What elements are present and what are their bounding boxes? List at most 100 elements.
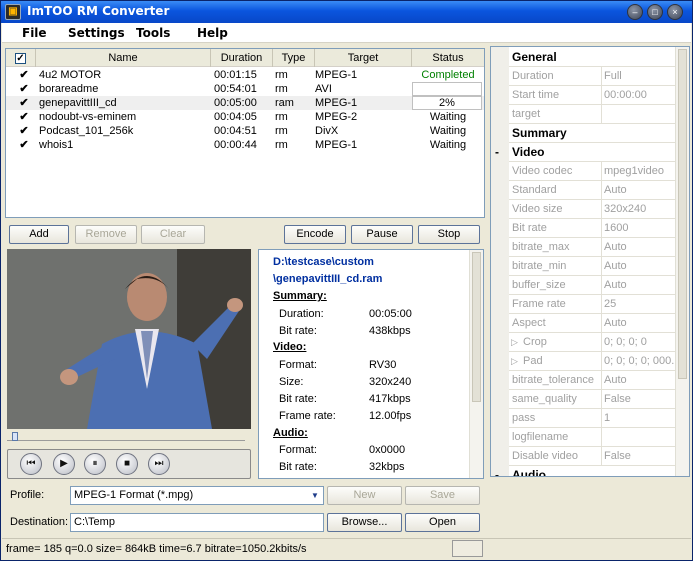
save-profile-button[interactable]: Save bbox=[405, 486, 480, 505]
select-all-checkbox[interactable]: ✓ bbox=[6, 49, 36, 67]
property-row[interactable]: buffer_size Auto bbox=[509, 276, 676, 295]
property-value[interactable]: 00:00:00 bbox=[601, 86, 677, 104]
seek-slider[interactable] bbox=[7, 431, 245, 441]
info-summary-heading: Summary: bbox=[273, 290, 327, 302]
row-duration: 00:54:01 bbox=[214, 83, 257, 95]
property-value[interactable]: False bbox=[601, 390, 677, 408]
close-icon[interactable]: × bbox=[667, 4, 683, 20]
table-row[interactable]: ✔ genepavittIII_cd 00:05:00 ram MPEG-1 2… bbox=[6, 96, 484, 110]
column-name[interactable]: Name bbox=[36, 49, 211, 67]
pause-button[interactable]: Pause bbox=[351, 225, 413, 244]
pause-icon[interactable]: ⏸ bbox=[84, 453, 106, 475]
table-row[interactable]: ✔ borareadme 00:54:01 rm AVI bbox=[6, 82, 484, 96]
new-profile-button[interactable]: New bbox=[327, 486, 402, 505]
expand-icon[interactable]: ▷ bbox=[511, 333, 518, 351]
stop-icon[interactable]: ■ bbox=[116, 453, 138, 475]
property-row[interactable]: Video size 320x240 bbox=[509, 200, 676, 219]
row-checkbox[interactable]: ✔ bbox=[18, 96, 30, 110]
rewind-icon[interactable]: ⏮ bbox=[20, 453, 42, 475]
property-row[interactable]: Video codec mpeg1video bbox=[509, 162, 676, 181]
property-value[interactable]: Auto bbox=[601, 181, 677, 199]
row-checkbox[interactable]: ✔ bbox=[18, 124, 30, 138]
property-value[interactable] bbox=[601, 105, 677, 123]
seek-thumb[interactable] bbox=[12, 432, 18, 441]
property-row[interactable]: Pad 0; 0; 0; 0; 000... ▷ bbox=[509, 352, 677, 371]
property-row[interactable]: bitrate_min Auto bbox=[509, 257, 676, 276]
property-category[interactable]: Audio bbox=[509, 466, 676, 476]
property-row[interactable]: pass 1 bbox=[509, 409, 676, 428]
column-duration[interactable]: Duration bbox=[211, 49, 273, 67]
open-button[interactable]: Open bbox=[405, 513, 480, 532]
stop-button[interactable]: Stop bbox=[418, 225, 480, 244]
property-value[interactable]: Auto bbox=[601, 238, 677, 256]
properties-scroll-thumb[interactable] bbox=[678, 49, 687, 379]
row-status: Waiting bbox=[429, 111, 467, 123]
expand-icon[interactable]: ▷ bbox=[511, 352, 518, 370]
property-value[interactable]: 320x240 bbox=[601, 200, 677, 218]
chevron-down-icon[interactable]: ▼ bbox=[309, 489, 321, 502]
property-row[interactable]: logfilename bbox=[509, 428, 676, 447]
browse-button[interactable]: Browse... bbox=[327, 513, 402, 532]
menu-help[interactable]: Help bbox=[197, 26, 228, 40]
property-row[interactable]: Start time 00:00:00 bbox=[509, 86, 676, 105]
property-value[interactable]: mpeg1video bbox=[601, 162, 677, 180]
column-target[interactable]: Target bbox=[315, 49, 412, 67]
property-value[interactable]: False bbox=[601, 447, 677, 465]
table-row[interactable]: ✔ Podcast_101_256k 00:04:51 rm DivX Wait… bbox=[6, 124, 484, 138]
property-key: Standard bbox=[512, 184, 557, 196]
property-row[interactable]: Duration Full bbox=[509, 67, 676, 86]
fast-forward-icon[interactable]: ⏭ bbox=[148, 453, 170, 475]
property-row[interactable]: Disable video False bbox=[509, 447, 676, 466]
menu-settings[interactable]: Settings bbox=[68, 26, 125, 40]
column-type[interactable]: Type bbox=[273, 49, 315, 67]
property-row[interactable]: bitrate_tolerance Auto bbox=[509, 371, 676, 390]
property-value[interactable]: Auto bbox=[601, 371, 677, 389]
property-row[interactable]: target bbox=[509, 105, 676, 124]
property-row[interactable]: Frame rate 25 bbox=[509, 295, 676, 314]
row-checkbox[interactable]: ✔ bbox=[18, 68, 30, 82]
property-value[interactable]: 1 bbox=[601, 409, 677, 427]
menu-file[interactable]: File bbox=[22, 26, 47, 40]
property-value[interactable]: 0; 0; 0; 0; 000... bbox=[601, 352, 677, 370]
property-row[interactable]: Crop 0; 0; 0; 0 ▷ bbox=[509, 333, 676, 352]
property-row[interactable]: same_quality False bbox=[509, 390, 676, 409]
info-path-line1: D:\testcase\custom bbox=[273, 256, 374, 268]
maximize-icon[interactable]: □ bbox=[647, 4, 663, 20]
property-value[interactable]: 1600 bbox=[601, 219, 677, 237]
destination-input[interactable]: C:\Temp bbox=[70, 513, 324, 532]
property-row[interactable]: Standard Auto bbox=[509, 181, 676, 200]
property-category[interactable]: Summary bbox=[509, 124, 676, 143]
property-value[interactable]: 25 bbox=[601, 295, 677, 313]
property-row[interactable]: Aspect Auto bbox=[509, 314, 676, 333]
table-row[interactable]: ✔ nodoubt-vs-eminem 00:04:05 rm MPEG-2 W… bbox=[6, 110, 484, 124]
property-category[interactable]: Video bbox=[509, 143, 676, 162]
property-value[interactable] bbox=[601, 428, 677, 446]
property-value[interactable]: 0; 0; 0; 0 bbox=[601, 333, 677, 351]
collapse-icon[interactable]: - bbox=[495, 468, 499, 476]
encode-button[interactable]: Encode bbox=[284, 225, 346, 244]
column-status[interactable]: Status bbox=[412, 49, 484, 67]
properties-scrollbar[interactable] bbox=[675, 47, 689, 476]
property-value[interactable]: Auto bbox=[601, 314, 677, 332]
info-scroll-thumb[interactable] bbox=[472, 252, 481, 402]
remove-button[interactable]: Remove bbox=[75, 225, 137, 244]
property-row[interactable]: bitrate_max Auto bbox=[509, 238, 676, 257]
info-scrollbar[interactable] bbox=[469, 250, 483, 478]
row-checkbox[interactable]: ✔ bbox=[18, 110, 30, 124]
play-icon[interactable]: ▶ bbox=[53, 453, 75, 475]
property-value[interactable]: Auto bbox=[601, 276, 677, 294]
table-row[interactable]: ✔ 4u2 MOTOR 00:01:15 rm MPEG-1 Completed bbox=[6, 68, 484, 82]
row-checkbox[interactable]: ✔ bbox=[18, 82, 30, 96]
table-row[interactable]: ✔ whois1 00:00:44 rm MPEG-1 Waiting bbox=[6, 138, 484, 152]
add-button[interactable]: Add bbox=[9, 225, 69, 244]
clear-button[interactable]: Clear bbox=[141, 225, 205, 244]
menu-tools[interactable]: Tools bbox=[136, 26, 170, 40]
property-value[interactable]: Full bbox=[601, 67, 677, 85]
row-checkbox[interactable]: ✔ bbox=[18, 138, 30, 152]
property-value[interactable]: Auto bbox=[601, 257, 677, 275]
property-row[interactable]: Bit rate 1600 bbox=[509, 219, 676, 238]
profile-select[interactable]: MPEG-1 Format (*.mpg) ▼ bbox=[70, 486, 324, 505]
collapse-icon[interactable]: - bbox=[495, 145, 499, 159]
property-category[interactable]: General bbox=[509, 48, 676, 67]
minimize-icon[interactable]: – bbox=[627, 4, 643, 20]
